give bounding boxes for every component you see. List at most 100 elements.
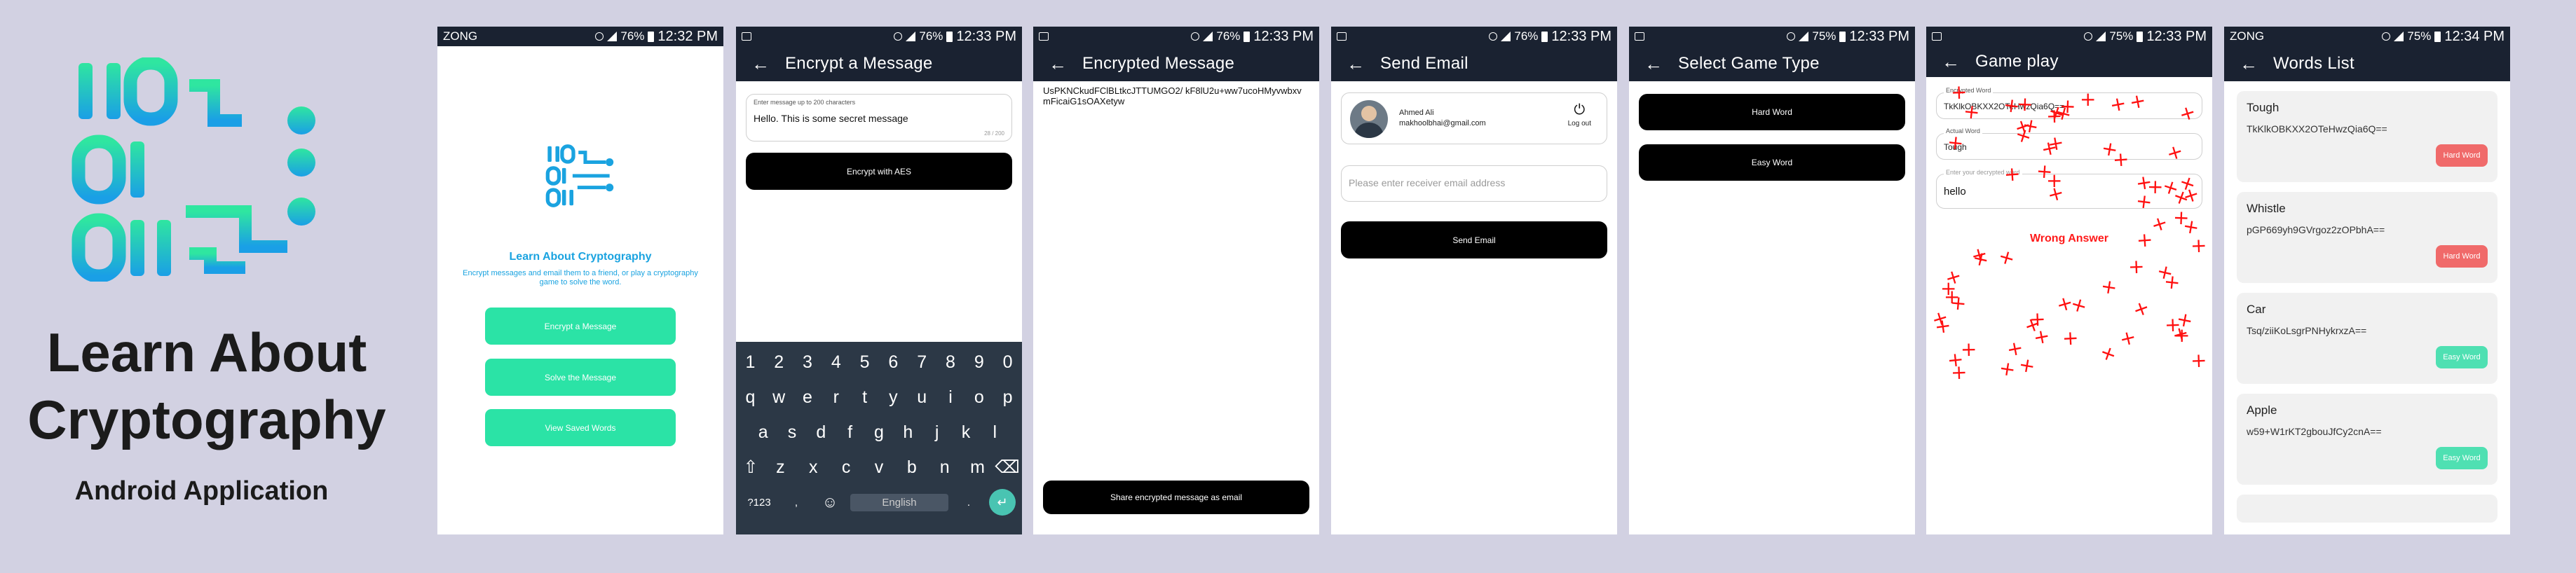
hard-word-button[interactable]: Hard Word xyxy=(1639,94,1905,130)
screen-game-play: 75% 12:33 PM ← Game play Encrypted Word Tk… xyxy=(1926,27,2212,534)
key-s[interactable]: s xyxy=(779,422,805,443)
word-card[interactable]: Apple w59+W1rKT2gbouJfCy2cnA== Easy Word xyxy=(2237,394,2497,485)
signal-icon xyxy=(1203,32,1213,41)
key-h[interactable]: h xyxy=(894,422,921,443)
word-encrypted: pGP669yh9GVrgoz2zOPbhA== xyxy=(2247,224,2385,235)
key-3[interactable]: 3 xyxy=(794,352,821,373)
wrong-mark-icon: + xyxy=(2016,92,2034,116)
emoji-key-icon[interactable]: ☺ xyxy=(817,493,843,511)
send-email-button[interactable]: Send Email xyxy=(1341,221,1607,258)
logout-button[interactable]: ⏻ Log out xyxy=(1568,103,1591,127)
key-f[interactable]: f xyxy=(837,422,864,443)
account-card: Ahmed Ali makhoolbhai@gmail.com ⏻ Log ou… xyxy=(1341,92,1607,144)
key-p[interactable]: p xyxy=(995,387,1021,408)
wrong-mark-icon: + xyxy=(1950,80,1968,104)
key-x[interactable]: x xyxy=(800,457,826,478)
key-l[interactable]: l xyxy=(981,422,1008,443)
word-encrypted: w59+W1rKT2gbouJfCy2cnA== xyxy=(2247,426,2382,437)
key-m[interactable]: m xyxy=(964,457,990,478)
difficulty-badge: Hard Word xyxy=(2436,144,2488,167)
key-8[interactable]: 8 xyxy=(937,352,964,373)
backspace-key-icon[interactable]: ⌫ xyxy=(994,457,1021,478)
signal-icon xyxy=(906,32,916,41)
key-e[interactable]: e xyxy=(794,387,821,408)
back-arrow-icon[interactable]: ← xyxy=(1942,53,1975,71)
app-bar: ← Select Game Type xyxy=(1629,46,1915,81)
key-v[interactable]: v xyxy=(866,457,892,478)
word-label: Apple xyxy=(2247,403,2277,417)
alarm-icon xyxy=(1191,32,1200,41)
key-u[interactable]: u xyxy=(908,387,935,408)
word-card[interactable]: Whistle pGP669yh9GVrgoz2zOPbhA== Hard Wo… xyxy=(2237,192,2497,283)
solve-message-button[interactable]: Solve the Message xyxy=(485,359,676,396)
easy-word-button[interactable]: Easy Word xyxy=(1639,144,1905,181)
wrong-mark-icon: + xyxy=(1997,356,2017,382)
back-arrow-icon[interactable]: ← xyxy=(1644,55,1678,73)
key-c[interactable]: c xyxy=(833,457,859,478)
cryptography-logo-icon xyxy=(71,57,315,282)
space-key[interactable]: English xyxy=(850,493,948,511)
key-2[interactable]: 2 xyxy=(765,352,792,373)
wrong-mark-icon: + xyxy=(2029,307,2047,331)
carrier: ZONG xyxy=(2230,29,2265,43)
wrong-mark-icon: + xyxy=(2017,352,2038,378)
key-j[interactable]: j xyxy=(924,422,950,443)
key-7[interactable]: 7 xyxy=(908,352,935,373)
period-key[interactable]: . xyxy=(955,497,982,509)
key-1[interactable]: 1 xyxy=(737,352,763,373)
word-encrypted: Tsq/ziiKoLsgrPNHykrxzA== xyxy=(2247,325,2367,336)
wrong-mark-icon: + xyxy=(2099,274,2119,300)
wrong-mark-icon: + xyxy=(1946,347,1965,373)
back-arrow-icon[interactable]: ← xyxy=(751,55,785,73)
wrong-mark-icon: + xyxy=(1946,130,1965,156)
key-t[interactable]: t xyxy=(852,387,878,408)
symbols-key[interactable]: ?123 xyxy=(742,497,776,509)
back-arrow-icon[interactable]: ← xyxy=(1347,55,1380,73)
view-saved-words-button[interactable]: View Saved Words xyxy=(485,409,676,446)
hero-subtitle: Android Application xyxy=(74,476,329,506)
message-input[interactable]: Enter message up to 200 characters Hello… xyxy=(746,94,1012,141)
comma-key[interactable]: , xyxy=(783,497,810,509)
encrypt-aes-button[interactable]: Encrypt with AES xyxy=(746,153,1012,190)
user-name: Ahmed Ali xyxy=(1399,109,1434,117)
key-y[interactable]: y xyxy=(880,387,906,408)
key-g[interactable]: g xyxy=(866,422,892,443)
key-6[interactable]: 6 xyxy=(880,352,906,373)
app-bar: ← Words List xyxy=(2224,46,2510,81)
key-i[interactable]: i xyxy=(937,387,964,408)
key-n[interactable]: n xyxy=(932,457,958,478)
back-arrow-icon[interactable]: ← xyxy=(2240,55,2273,73)
hero-title: Learn About Cryptography xyxy=(27,322,386,450)
wrong-mark-icon: + xyxy=(2190,233,2208,258)
key-w[interactable]: w xyxy=(765,387,792,408)
key-z[interactable]: z xyxy=(767,457,793,478)
key-a[interactable]: a xyxy=(750,422,777,443)
status-bar: 76% 12:33 PM xyxy=(1033,27,1319,46)
word-card[interactable]: Car Tsq/ziiKoLsgrPNHykrxzA== Easy Word xyxy=(2237,293,2497,384)
word-card[interactable] xyxy=(2237,495,2497,523)
key-5[interactable]: 5 xyxy=(852,352,878,373)
key-r[interactable]: r xyxy=(823,387,850,408)
key-d[interactable]: d xyxy=(807,422,834,443)
key-q[interactable]: q xyxy=(737,387,763,408)
encrypt-message-button[interactable]: Encrypt a Message xyxy=(485,308,676,345)
difficulty-badge: Easy Word xyxy=(2436,346,2488,368)
wrong-mark-icon: + xyxy=(2046,169,2063,192)
wrong-mark-icon: + xyxy=(2062,326,2080,350)
screen-encrypted: 76% 12:33 PM ← Encrypted Message UsPKNCkud… xyxy=(1033,27,1319,534)
key-o[interactable]: o xyxy=(966,387,993,408)
home-description: Encrypt messages and email them to a fri… xyxy=(463,269,698,286)
screen-home: ZONG 76% 12:32 PM Learn About Cryptograph… xyxy=(437,27,723,534)
key-4[interactable]: 4 xyxy=(823,352,850,373)
enter-key-icon[interactable]: ↵ xyxy=(989,489,1016,516)
share-email-button[interactable]: Share encrypted message as email xyxy=(1043,481,1309,514)
screen-send-email: 76% 12:33 PM ← Send Email Ahmed Ali makhoo… xyxy=(1331,27,1617,534)
receiver-email-input[interactable]: Please enter receiver email address xyxy=(1341,165,1607,202)
key-b[interactable]: b xyxy=(899,457,925,478)
key-0[interactable]: 0 xyxy=(995,352,1021,373)
word-card[interactable]: Tough TkKlkOBKXX2OTeHwzQia6Q== Hard Word xyxy=(2237,91,2497,182)
back-arrow-icon[interactable]: ← xyxy=(1049,55,1082,73)
key-9[interactable]: 9 xyxy=(966,352,993,373)
shift-key-icon[interactable]: ⇧ xyxy=(737,457,764,478)
key-k[interactable]: k xyxy=(953,422,979,443)
